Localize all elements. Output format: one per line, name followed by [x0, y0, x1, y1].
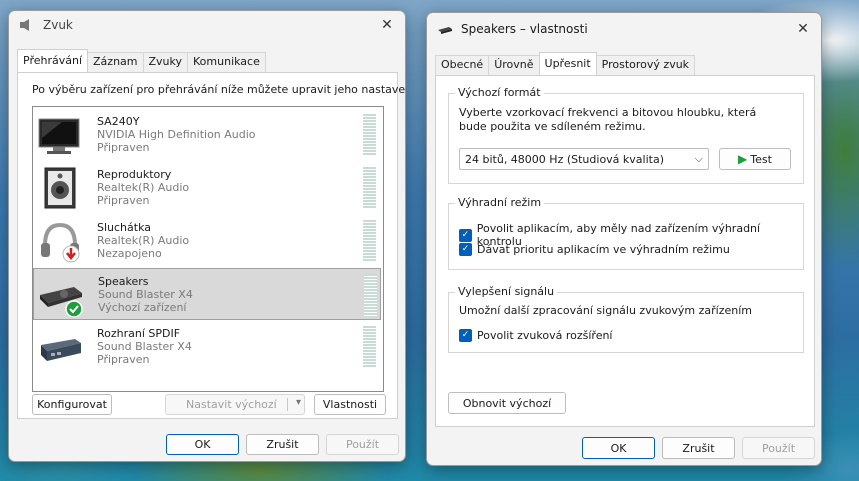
- sound-dialog-title: Zvuk: [43, 18, 73, 32]
- tab-playback[interactable]: Přehrávání: [17, 49, 89, 72]
- enable-enhancements-label: Povolit zvuková rozšíření: [477, 329, 613, 342]
- volume-meter: [364, 274, 377, 316]
- device-driver: Realtek(R) Audio: [97, 181, 190, 194]
- device-name: Sluchátka: [97, 221, 152, 234]
- play-icon: ▶: [738, 152, 748, 166]
- default-format-description: Vyberte vzorkovací frekvenci a bitovou h…: [459, 106, 757, 133]
- signal-enhancements-label: Vylepšení signálu: [455, 285, 558, 298]
- exclusive-mode-label: Výhradní režim: [455, 196, 545, 209]
- device-driver: Sound Blaster X4: [98, 288, 193, 301]
- format-select[interactable]: 24 bitů, 48000 Hz (Studiová kvalita) ⌵: [459, 148, 709, 170]
- checkmark-icon: ✓: [459, 243, 472, 256]
- checkmark-icon: ✓: [459, 228, 472, 242]
- tab-sounds[interactable]: Zvuky: [142, 52, 189, 72]
- device-name: Speakers: [98, 275, 149, 288]
- properties-titlebar[interactable]: Speakers – vlastnosti ✕: [427, 13, 821, 45]
- device-list[interactable]: SA240Y NVIDIA High Definition Audio Přip…: [32, 106, 384, 392]
- exclusive-mode-group: Výhradní režim ✓ Povolit aplikacím, aby …: [448, 196, 804, 270]
- restore-defaults-button[interactable]: Obnovit výchozí: [448, 392, 566, 414]
- properties-dialog-title: Speakers – vlastnosti: [461, 22, 588, 36]
- headphones-icon: [41, 222, 80, 263]
- device-status: Nezapojeno: [97, 247, 162, 260]
- list-item-sa240y[interactable]: SA240Y NVIDIA High Definition Audio Přip…: [33, 109, 381, 161]
- list-item-spdif[interactable]: Rozhraní SPDIF Sound Blaster X4 Připrave…: [33, 321, 381, 373]
- device-status: Výchozí zařízení: [98, 301, 187, 314]
- properties-tabs: Obecné Úrovně Upřesnit Prostorový zvuk: [435, 52, 696, 75]
- list-item-reproduktory[interactable]: Reproduktory Realtek(R) Audio Připraven: [33, 162, 381, 214]
- tab-advanced[interactable]: Upřesnit: [538, 52, 597, 75]
- speaker-icon: [44, 167, 76, 209]
- signal-enhancements-group: Vylepšení signálu Umožní další zpracován…: [448, 285, 804, 353]
- ok-button[interactable]: OK: [582, 437, 655, 459]
- apply-button[interactable]: Použít: [326, 434, 399, 455]
- ok-button[interactable]: OK: [166, 434, 239, 455]
- format-select-value: 24 bitů, 48000 Hz (Studiová kvalita): [465, 152, 664, 166]
- default-format-group: Výchozí formát Vyberte vzorkovací frekve…: [448, 86, 804, 184]
- device-name: Rozhraní SPDIF: [97, 327, 181, 340]
- monitor-icon: [38, 118, 80, 154]
- speakers-properties-dialog: Speakers – vlastnosti ✕ Obecné Úrovně Up…: [426, 12, 822, 466]
- device-driver: Realtek(R) Audio: [97, 234, 190, 247]
- device-status: Připraven: [97, 194, 150, 207]
- test-button[interactable]: ▶ Test: [719, 148, 791, 170]
- advanced-panel: Výchozí formát Vyberte vzorkovací frekve…: [435, 75, 815, 427]
- playback-panel: Po výběru zařízení pro přehrávání níže m…: [17, 72, 405, 419]
- device-name: SA240Y: [97, 115, 140, 128]
- test-label: Test: [750, 152, 772, 166]
- dropdown-divider: [287, 398, 288, 411]
- set-default-label: Nastavit výchozí: [186, 398, 277, 411]
- exclusive-priority-checkbox[interactable]: ✓ Dávat prioritu aplikacím ve výhradním …: [459, 243, 730, 256]
- tab-communications[interactable]: Komunikace: [187, 52, 266, 72]
- chevron-down-icon[interactable]: ▾: [296, 397, 301, 408]
- tab-recording[interactable]: Záznam: [87, 52, 144, 72]
- volume-meter: [363, 114, 376, 156]
- sound-card-icon: [40, 287, 83, 317]
- sound-tabs: Přehrávání Záznam Zvuky Komunikace: [17, 49, 266, 72]
- apply-button[interactable]: Použít: [742, 437, 815, 459]
- list-item-sluchatka[interactable]: Sluchátka Realtek(R) Audio Nezapojeno: [33, 215, 381, 267]
- device-status: Připraven: [97, 353, 150, 366]
- enable-enhancements-checkbox[interactable]: ✓ Povolit zvuková rozšíření: [459, 329, 613, 342]
- cancel-button[interactable]: Zrušit: [246, 434, 319, 455]
- tab-spatial-sound[interactable]: Prostorový zvuk: [595, 55, 696, 75]
- cancel-button[interactable]: Zrušit: [662, 437, 735, 459]
- speaker-title-icon: [20, 19, 29, 31]
- close-icon[interactable]: ✕: [795, 21, 811, 37]
- device-name: Reproduktory: [97, 168, 172, 181]
- device-status: Připraven: [97, 141, 150, 154]
- sound-card-title-icon: [438, 27, 452, 34]
- list-item-speakers[interactable]: Speakers Sound Blaster X4 Výchozí zaříze…: [33, 268, 381, 320]
- close-icon[interactable]: ✕: [379, 17, 395, 33]
- playback-instruction: Po výběru zařízení pro přehrávání níže m…: [32, 83, 406, 96]
- volume-meter: [363, 167, 376, 209]
- configure-button[interactable]: Konfigurovat: [32, 394, 112, 415]
- sound-dialog: Zvuk ✕ Přehrávání Záznam Zvuky Komunikac…: [8, 10, 406, 462]
- sound-dialog-titlebar[interactable]: Zvuk ✕: [9, 11, 405, 39]
- exclusive-priority-label: Dávat prioritu aplikacím ve výhradním re…: [477, 243, 730, 256]
- enhancements-description: Umožní další zpracování signálu zvukovým…: [459, 304, 753, 317]
- volume-meter: [363, 326, 376, 368]
- default-format-label: Výchozí formát: [455, 86, 544, 99]
- chevron-down-icon: ⌵: [694, 152, 703, 165]
- checkmark-icon: ✓: [459, 329, 472, 342]
- tab-levels[interactable]: Úrovně: [488, 55, 540, 75]
- device-driver: Sound Blaster X4: [97, 340, 192, 353]
- device-driver: NVIDIA High Definition Audio: [97, 128, 256, 141]
- properties-button[interactable]: Vlastnosti: [314, 394, 386, 415]
- set-default-button[interactable]: Nastavit výchozí ▾: [165, 394, 305, 415]
- spdif-device-icon: [41, 339, 81, 361]
- volume-meter: [363, 220, 376, 262]
- tab-general[interactable]: Obecné: [435, 55, 490, 75]
